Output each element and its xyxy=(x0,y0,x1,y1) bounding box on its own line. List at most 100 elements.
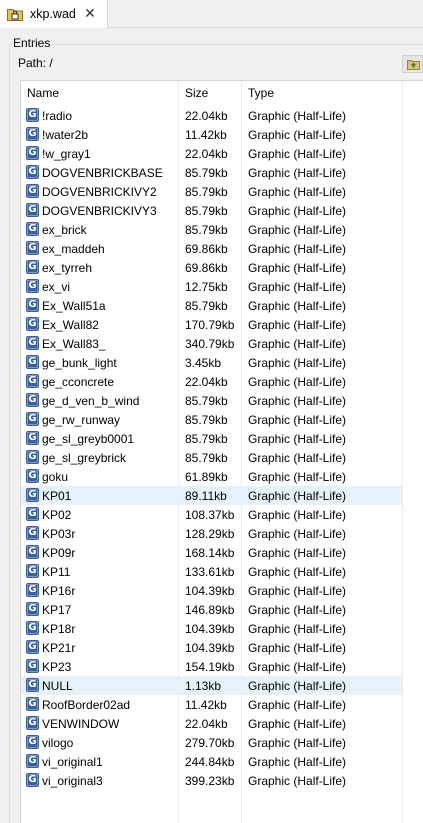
graphic-entry-icon: G xyxy=(26,260,39,274)
table-row[interactable]: Gge_cconcrete 22.04kb Graphic (Half-Life) xyxy=(21,372,402,391)
tab-title: xkp.wad xyxy=(30,7,76,21)
entry-name: ge_rw_runway xyxy=(42,413,121,427)
entry-size: 22.04kb xyxy=(185,109,228,123)
graphic-entry-icon: G xyxy=(26,165,39,179)
entry-type: Graphic (Half-Life) xyxy=(248,698,347,712)
entry-name: ge_cconcrete xyxy=(42,375,115,389)
table-row[interactable]: Gex_tyrreh 69.86kb Graphic (Half-Life) xyxy=(21,258,402,277)
folder-up-icon xyxy=(407,60,420,70)
table-row[interactable]: Gvi_original1 244.84kb Graphic (Half-Life) xyxy=(21,752,402,771)
table-row[interactable]: G KP21r 104.39kb Graphic (Half-Life) xyxy=(21,638,402,657)
entry-size: 89.11kb xyxy=(185,489,227,503)
table-row[interactable]: Gge_sl_greybrick 85.79kb Graphic (Half-Lif… xyxy=(21,448,402,467)
close-icon[interactable]: ✕ xyxy=(82,4,98,22)
table-row[interactable]: G !w_gray1 22.04kb Graphic (Half-Life) xyxy=(21,144,402,163)
graphic-entry-icon: G xyxy=(26,507,39,521)
graphic-entry-icon: G xyxy=(26,469,39,483)
table-row[interactable]: Gge_bunk_light 3.45kb Graphic (Half-Life) xyxy=(21,353,402,372)
entry-name: KP18r xyxy=(42,622,76,636)
graphic-entry-icon: G xyxy=(26,621,39,635)
entry-type: Graphic (Half-Life) xyxy=(248,717,347,731)
entry-type: Graphic (Half-Life) xyxy=(248,299,347,313)
table-row[interactable]: G KP09r 168.14kb Graphic (Half-Life) xyxy=(21,543,402,562)
table-row[interactable]: G Ex_Wall83_ 340.79kb Graphic (Half-Life) xyxy=(21,334,402,353)
table-row[interactable]: Gvi_original3 399.23kb Graphic (Half-Life) xyxy=(21,771,402,790)
entry-name: KP17 xyxy=(42,603,72,617)
entry-size: 22.04kb xyxy=(185,375,228,389)
table-row[interactable]: G !radio 22.04kb Graphic (Half-Life) xyxy=(21,106,402,125)
table-row[interactable]: G VENWINDOW 22.04kb Graphic (Half-Life) xyxy=(21,714,402,733)
table-row[interactable]: Gge_d_ven_b_wind 85.79kb Graphic (Half-Lif… xyxy=(21,391,402,410)
table-row[interactable]: Gge_rw_runway 85.79kb Graphic (Half-Life) xyxy=(21,410,402,429)
entry-size: 22.04kb xyxy=(185,147,228,161)
entry-name: ge_bunk_light xyxy=(42,356,117,370)
graphic-entry-icon: G xyxy=(26,184,39,198)
table-row[interactable]: G KP02 108.37kb Graphic (Half-Life) xyxy=(21,505,402,524)
table-row[interactable]: Gvilogo 279.70kb Graphic (Half-Life) xyxy=(21,733,402,752)
graphic-entry-icon: G xyxy=(26,431,39,445)
table-row[interactable]: Gge_sl_greyb0001 85.79kb Graphic (Half-Lif… xyxy=(21,429,402,448)
table-row[interactable]: G KP18r 104.39kb Graphic (Half-Life) xyxy=(21,619,402,638)
table-row[interactable]: G KP11 133.61kb Graphic (Half-Life) xyxy=(21,562,402,581)
table-row[interactable]: G !water2b 11.42kb Graphic (Half-Life) xyxy=(21,125,402,144)
table-row[interactable]: G KP17 146.89kb Graphic (Half-Life) xyxy=(21,600,402,619)
entry-name: !radio xyxy=(42,109,73,123)
entry-type: Graphic (Half-Life) xyxy=(248,470,347,484)
entry-type: Graphic (Half-Life) xyxy=(248,318,347,332)
graphic-entry-icon: G xyxy=(26,222,39,236)
graphic-entry-icon: G xyxy=(26,412,39,426)
entry-size: 22.04kb xyxy=(185,717,228,731)
graphic-entry-icon: G xyxy=(26,640,39,654)
column-header-type[interactable]: Type xyxy=(248,86,274,100)
path-label: Path: / xyxy=(18,56,53,70)
table-row[interactable]: G Ex_Wall82 170.79kb Graphic (Half-Life) xyxy=(21,315,402,334)
table-row[interactable]: G RoofBorder02ad 11.42kb Graphic (Half-Life… xyxy=(21,695,402,714)
table-row[interactable]: G DOGVENBRICKBASE 85.79kb Graphic (Half-Lif… xyxy=(21,163,402,182)
graphic-entry-icon: G xyxy=(26,697,39,711)
entry-name: ex_vi xyxy=(42,280,71,294)
entry-type: Graphic (Half-Life) xyxy=(248,185,347,199)
entry-size: 399.23kb xyxy=(185,774,235,788)
table-row[interactable]: Ggoku 61.89kb Graphic (Half-Life) xyxy=(21,467,402,486)
table-row[interactable]: Gex_brick 85.79kb Graphic (Half-Life) xyxy=(21,220,402,239)
entry-size: 104.39kb xyxy=(185,584,235,598)
entry-type: Graphic (Half-Life) xyxy=(248,508,347,522)
graphic-entry-icon: G xyxy=(26,203,39,217)
table-row[interactable]: G DOGVENBRICKIVY2 85.79kb Graphic (Half-Lif… xyxy=(21,182,402,201)
entry-name: ge_sl_greybrick xyxy=(42,451,127,465)
entry-name: ex_maddeh xyxy=(42,242,105,256)
entry-size: 340.79kb xyxy=(185,337,235,351)
table-row[interactable]: Gex_vi 12.75kb Graphic (Half-Life) xyxy=(21,277,402,296)
entry-size: 85.79kb xyxy=(185,204,228,218)
table-row[interactable]: G DOGVENBRICKIVY3 85.79kb Graphic (Half-Lif… xyxy=(21,201,402,220)
entry-type: Graphic (Half-Life) xyxy=(248,242,347,256)
tab-xkp-wad[interactable]: xkp.wad ✕ xyxy=(0,0,108,28)
entry-type: Graphic (Half-Life) xyxy=(248,356,347,370)
entry-size: 69.86kb xyxy=(185,242,228,256)
column-header-size[interactable]: Size xyxy=(185,86,208,100)
entry-type: Graphic (Half-Life) xyxy=(248,660,347,674)
entry-name: KP09r xyxy=(42,546,76,560)
entry-size: 11.42kb xyxy=(185,128,227,142)
entry-size: 85.79kb xyxy=(185,432,228,446)
graphic-entry-icon: G xyxy=(26,583,39,597)
table-row[interactable]: G KP16r 104.39kb Graphic (Half-Life) xyxy=(21,581,402,600)
column-header-name[interactable]: Name xyxy=(27,86,59,100)
folder-up-button[interactable] xyxy=(402,55,423,73)
table-row[interactable]: Gex_maddeh 69.86kb Graphic (Half-Life) xyxy=(21,239,402,258)
table-row[interactable]: G KP01 89.11kb Graphic (Half-Life) xyxy=(21,486,402,505)
entry-name: VENWINDOW xyxy=(42,717,120,731)
table-row[interactable]: G KP03r 128.29kb Graphic (Half-Life) xyxy=(21,524,402,543)
table-row[interactable]: G Ex_Wall51a 85.79kb Graphic (Half-Life) xyxy=(21,296,402,315)
graphic-entry-icon: G xyxy=(26,127,39,141)
entry-size: 85.79kb xyxy=(185,451,228,465)
entry-type: Graphic (Half-Life) xyxy=(248,736,347,750)
entry-name: Ex_Wall51a xyxy=(42,299,106,313)
entry-name: NULL xyxy=(42,679,73,693)
entry-name: Ex_Wall82 xyxy=(42,318,99,332)
table-row[interactable]: G NULL 1.13kb Graphic (Half-Life) xyxy=(21,676,402,695)
entry-size: 3.45kb xyxy=(185,356,222,370)
entry-size: 128.29kb xyxy=(185,527,235,541)
entry-type: Graphic (Half-Life) xyxy=(248,527,347,541)
table-row[interactable]: G KP23 154.19kb Graphic (Half-Life) xyxy=(21,657,402,676)
